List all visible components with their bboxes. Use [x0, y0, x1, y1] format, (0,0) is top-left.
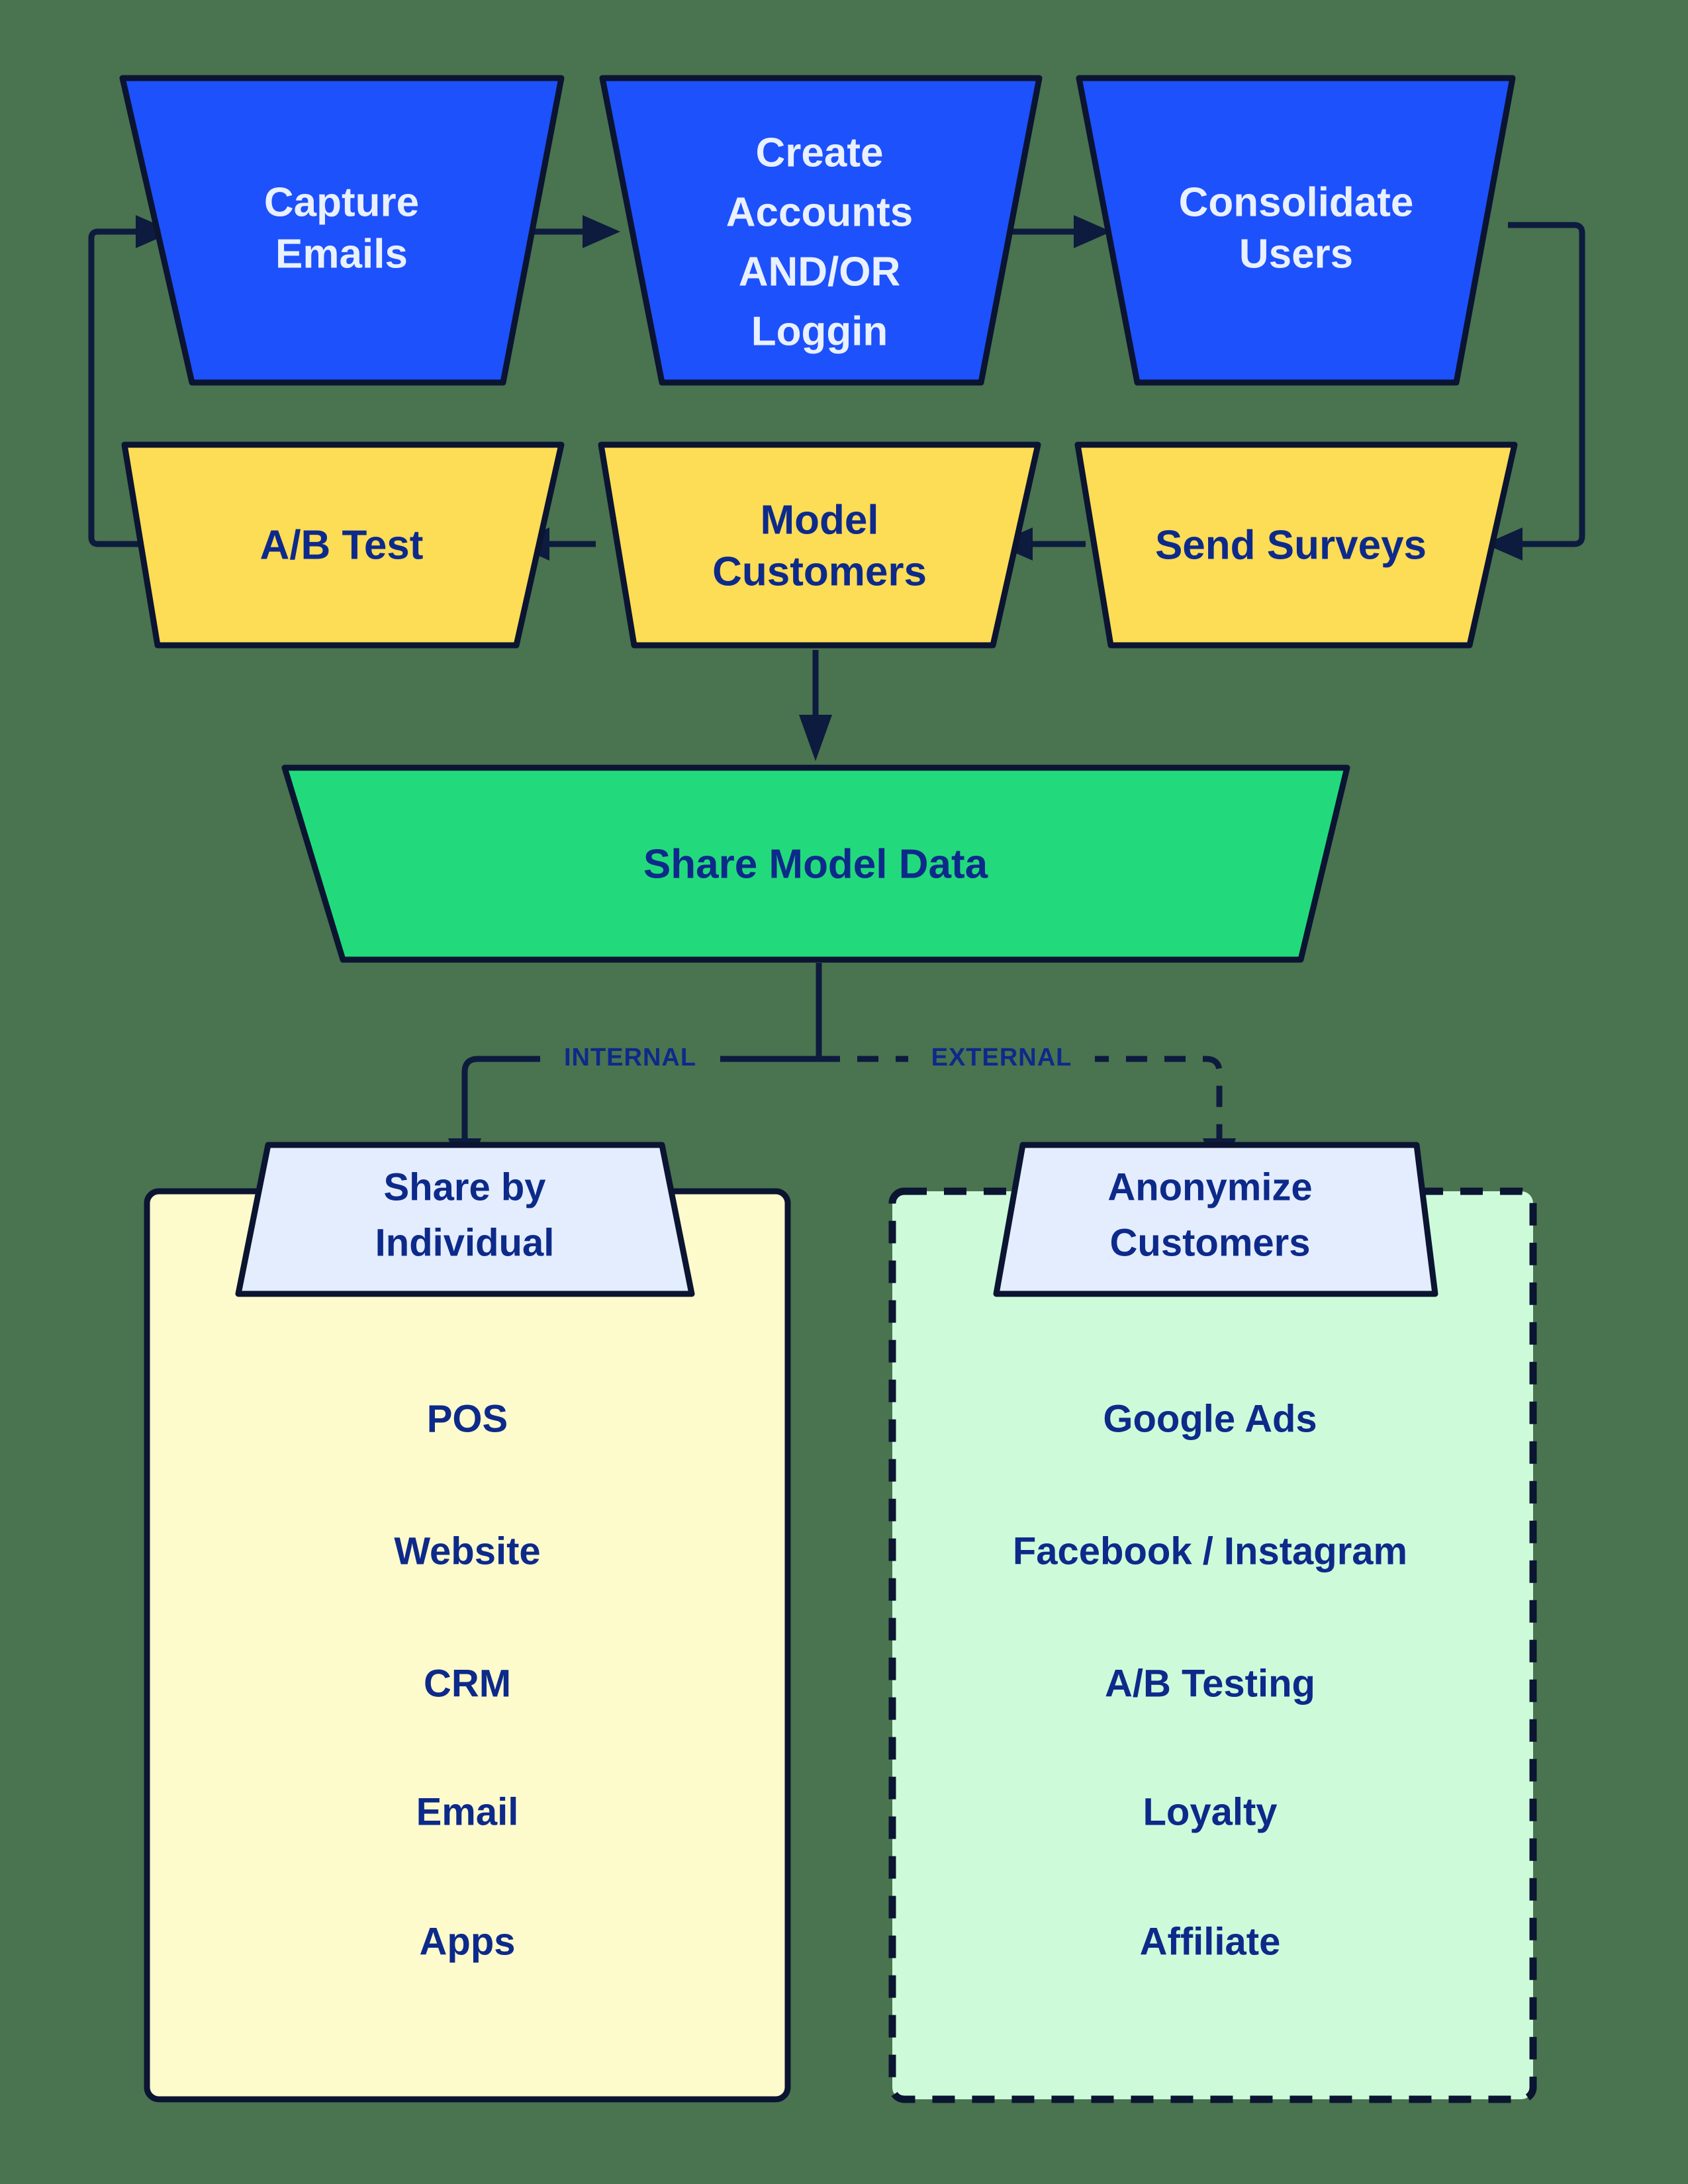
node-anonymize-customers[interactable]: Anonymize Customers: [993, 1142, 1438, 1297]
arrowhead-to-share-model-data: [799, 715, 832, 761]
connector-model-to-hub: [799, 650, 832, 761]
node-capture-emails[interactable]: Capture Emails: [119, 75, 565, 386]
node-ab-test[interactable]: A/B Test: [121, 441, 565, 649]
node-share-model-data[interactable]: Share Model Data: [281, 764, 1350, 963]
row-analyze: A/B Test Model Customers Send Surveys: [121, 441, 1518, 649]
node-share-by-individual[interactable]: Share by Individual: [235, 1142, 695, 1297]
diagram-canvas: INTERNAL EXTERNAL Capture Emails Create …: [0, 0, 1688, 2184]
node-consolidate-users[interactable]: Consolidate Users: [1076, 75, 1516, 386]
arrowhead-to-create-accounts: [583, 215, 620, 248]
panel-external-body: [888, 1187, 1537, 2103]
row-collect: Capture Emails Create Accounts AND/OR Lo…: [119, 75, 1516, 386]
node-send-surveys[interactable]: Send Surveys: [1074, 441, 1518, 649]
panel-external: Anonymize Customers Google Ads Facebook …: [888, 1142, 1537, 2103]
panel-internal: Share by Individual POS Website CRM Emai…: [144, 1142, 791, 2103]
panel-internal-body: [144, 1188, 791, 2103]
connector-create-to-consolidate: [1001, 215, 1111, 248]
external-label-backdrop: [908, 1038, 1095, 1080]
node-create-accounts[interactable]: Create Accounts AND/OR Loggin: [599, 75, 1043, 386]
node-model-customers[interactable]: Model Customers: [598, 441, 1041, 649]
internal-label-backdrop: [540, 1038, 720, 1080]
customer-data-flow-diagram: INTERNAL EXTERNAL Capture Emails Create …: [88, 75, 1585, 2103]
